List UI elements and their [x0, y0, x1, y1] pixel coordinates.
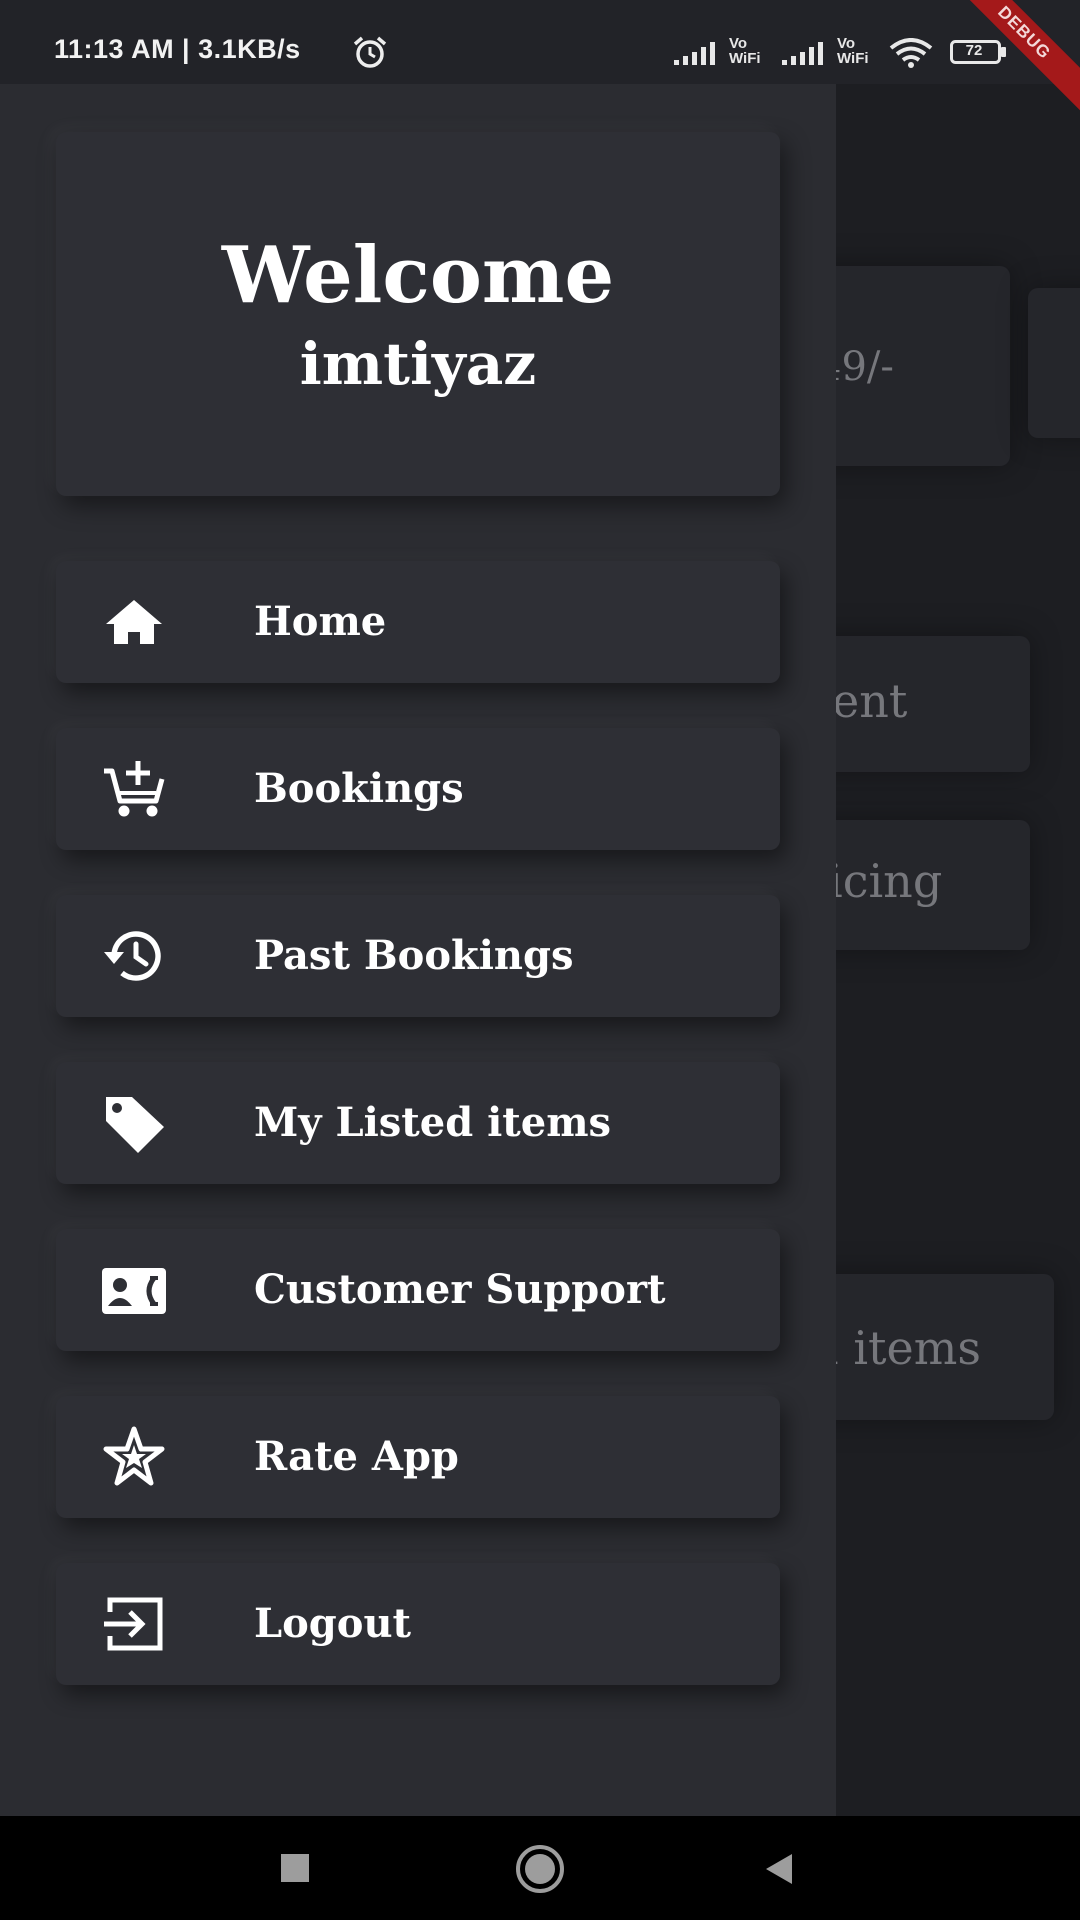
system-navigation-bar	[0, 1816, 1080, 1920]
cart-add-icon	[104, 761, 165, 817]
drawer-header: Welcome imtiyaz	[56, 132, 780, 496]
recent-apps-button[interactable]	[279, 1852, 311, 1884]
background-price-text: 49/-	[836, 344, 894, 390]
signal-icon	[674, 42, 715, 65]
menu-item-bookings[interactable]: Bookings	[56, 728, 780, 850]
menu-item-rate-app[interactable]: Rate App	[56, 1396, 780, 1518]
menu-item-label: Customer Support	[254, 1266, 666, 1313]
home-icon	[106, 600, 162, 644]
vowifi-label: Vo WiFi	[729, 35, 761, 67]
background-card	[1028, 288, 1080, 438]
menu-item-logout[interactable]: Logout	[56, 1563, 780, 1685]
contact-phone-icon	[102, 1268, 166, 1314]
menu-item-label: My Listed items	[254, 1099, 612, 1146]
battery-icon: 72	[950, 40, 1008, 64]
navigation-drawer: Welcome imtiyaz Home Bookings Past Booki…	[0, 84, 836, 1816]
star-icon	[103, 1426, 165, 1486]
menu-item-label: Rate App	[254, 1433, 459, 1480]
background-page: 49/- ent icing l items	[836, 84, 1080, 1816]
menu-item-label: Bookings	[254, 765, 464, 812]
history-icon	[104, 931, 161, 981]
back-button[interactable]	[762, 1852, 796, 1886]
alarm-icon	[353, 36, 387, 68]
menu-item-home[interactable]: Home	[56, 561, 780, 683]
home-button[interactable]	[513, 1842, 567, 1896]
background-item-text: icing	[836, 854, 943, 908]
vowifi-label: Vo WiFi	[837, 35, 869, 67]
user-name: imtiyaz	[299, 330, 537, 398]
status-bar: 11:13 AM | 3.1KB/s Vo WiFi Vo WiFi 72	[0, 0, 1080, 84]
battery-level: 72	[965, 42, 983, 59]
background-item-text: l items	[836, 1321, 981, 1375]
tag-icon	[106, 1097, 164, 1153]
logout-icon	[104, 1597, 163, 1651]
welcome-title: Welcome	[221, 230, 615, 321]
menu-item-label: Past Bookings	[254, 932, 574, 979]
background-item-text: ent	[836, 674, 908, 728]
status-time: 11:13 AM | 3.1KB/s	[54, 34, 301, 64]
app-screen: 11:13 AM | 3.1KB/s Vo WiFi Vo WiFi 72 DE…	[0, 0, 1080, 1920]
menu-item-label: Home	[254, 598, 387, 645]
menu-item-my-listed-items[interactable]: My Listed items	[56, 1062, 780, 1184]
menu-item-past-bookings[interactable]: Past Bookings	[56, 895, 780, 1017]
wifi-icon	[889, 38, 933, 68]
signal-icon	[782, 42, 823, 65]
menu-item-label: Logout	[254, 1600, 412, 1647]
menu-item-customer-support[interactable]: Customer Support	[56, 1229, 780, 1351]
